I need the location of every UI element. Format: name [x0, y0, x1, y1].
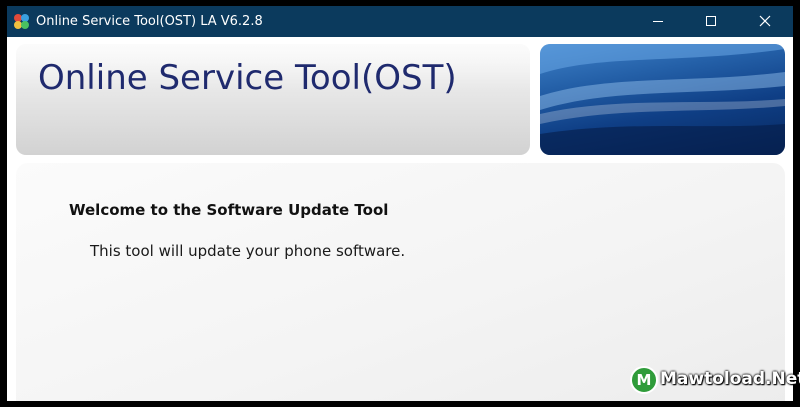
maximize-button[interactable]	[686, 6, 736, 37]
banner-art-image	[540, 44, 785, 155]
header-banner: Online Service Tool(OST)	[16, 44, 530, 155]
welcome-description: This tool will update your phone softwar…	[90, 242, 406, 260]
close-button[interactable]	[740, 6, 790, 37]
maximize-icon	[706, 16, 716, 26]
minimize-button[interactable]	[633, 6, 683, 37]
window-title: Online Service Tool(OST) LA V6.2.8	[36, 14, 263, 29]
minimize-icon	[653, 21, 663, 22]
watermark-text: Mawtoload.Net	[660, 369, 800, 389]
watermark-logo-icon: M	[630, 366, 658, 394]
watermark: M Mawtoload.Net	[630, 365, 800, 395]
title-bar[interactable]: Online Service Tool(OST) LA V6.2.8	[7, 6, 793, 37]
welcome-heading: Welcome to the Software Update Tool	[69, 201, 389, 219]
application-window: Online Service Tool(OST) LA V6.2.8 Onlin…	[7, 6, 793, 401]
banner-title: Online Service Tool(OST)	[38, 58, 457, 98]
ost-app-icon[interactable]	[13, 13, 30, 30]
close-icon	[759, 15, 771, 27]
client-area: Online Service Tool(OST) Welcome to the …	[7, 37, 793, 401]
